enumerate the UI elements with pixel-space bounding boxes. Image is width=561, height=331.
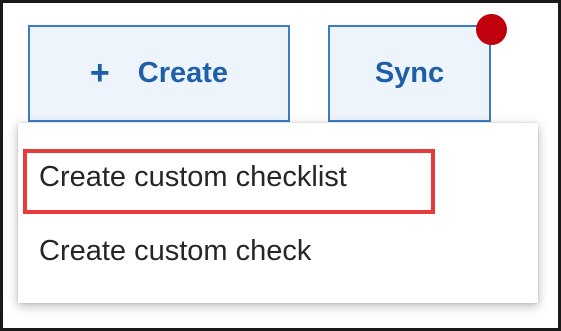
sync-button-label: Sync bbox=[374, 57, 445, 89]
create-button[interactable]: + Create bbox=[28, 25, 290, 122]
notification-dot bbox=[476, 14, 507, 45]
create-dropdown-menu: Create custom checklist Create custom ch… bbox=[18, 123, 538, 303]
sync-button[interactable]: Sync bbox=[328, 25, 491, 122]
create-button-label: Create bbox=[137, 57, 229, 89]
menu-item-label: Create custom checklist bbox=[39, 160, 347, 193]
plus-icon: + bbox=[89, 53, 110, 92]
menu-item-create-custom-check[interactable]: Create custom check bbox=[18, 219, 538, 283]
menu-item-label: Create custom check bbox=[39, 234, 312, 267]
menu-item-create-custom-checklist[interactable]: Create custom checklist bbox=[18, 145, 538, 209]
